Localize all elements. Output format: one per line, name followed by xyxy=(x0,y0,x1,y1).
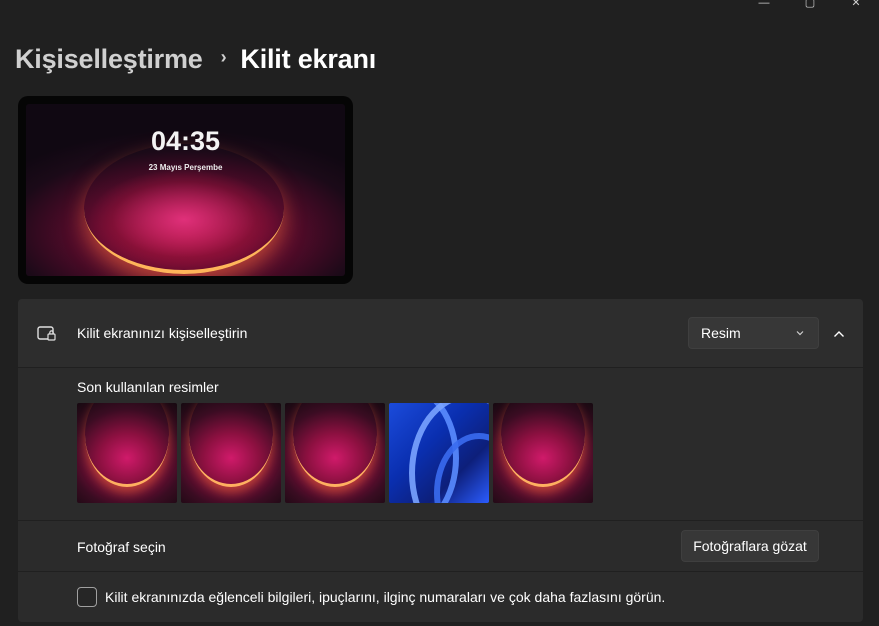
minimize-button[interactable]: — xyxy=(741,0,787,10)
preview-wallpaper: 04:35 23 Mayıs Perşembe xyxy=(26,104,345,276)
tips-checkbox[interactable] xyxy=(77,587,97,607)
maximize-button[interactable]: ▢ xyxy=(787,0,833,10)
recent-images-section: Son kullanılan resimler xyxy=(18,368,863,520)
recent-image-2[interactable] xyxy=(181,403,281,503)
close-icon: ✕ xyxy=(851,0,861,9)
thumb-arc xyxy=(501,403,585,487)
choose-photo-row: Fotoğraf seçin Fotoğraflara gözat xyxy=(18,521,863,571)
thumb-arc xyxy=(189,403,273,487)
preview-time: 04:35 xyxy=(150,126,221,156)
lock-screen-tips-row: Kilit ekranınızda eğlenceli bilgileri, i… xyxy=(18,572,863,622)
thumb-arc xyxy=(85,403,169,487)
window-controls: — ▢ ✕ xyxy=(741,0,879,10)
lock-screen-icon xyxy=(37,326,56,341)
recent-images-list xyxy=(77,403,593,503)
maximize-icon: ▢ xyxy=(804,0,816,9)
breadcrumb-parent[interactable]: Kişiselleştirme xyxy=(15,44,203,75)
breadcrumb-separator-icon: › xyxy=(220,47,227,67)
browse-photos-button[interactable]: Fotoğraflara gözat xyxy=(681,530,819,562)
tips-label[interactable]: Kilit ekranınızda eğlenceli bilgileri, i… xyxy=(105,589,665,605)
preview-date: 23 Mayıs Perşembe xyxy=(148,163,223,172)
page-title: Kilit ekranı xyxy=(240,44,377,74)
recent-image-4[interactable] xyxy=(389,403,489,503)
select-value: Resim xyxy=(701,325,741,341)
lock-screen-preview: 04:35 23 Mayıs Perşembe xyxy=(18,96,353,284)
collapse-button[interactable] xyxy=(826,321,852,347)
choose-photo-label: Fotoğraf seçin xyxy=(77,539,166,555)
personalize-label: Kilit ekranınızı kişiselleştirin xyxy=(77,325,248,341)
recent-image-3[interactable] xyxy=(285,403,385,503)
recent-images-label: Son kullanılan resimler xyxy=(77,379,219,395)
background-type-select[interactable]: Resim xyxy=(688,317,819,349)
minimize-icon: — xyxy=(758,0,770,9)
personalize-lock-screen-row[interactable]: Kilit ekranınızı kişiselleştirin Resim xyxy=(18,299,863,367)
recent-image-5[interactable] xyxy=(493,403,593,503)
thumb-arc xyxy=(293,403,377,487)
chevron-up-icon xyxy=(834,331,844,337)
breadcrumb: Kişiselleştirme › Kilit ekranı xyxy=(15,44,376,75)
close-button[interactable]: ✕ xyxy=(833,0,879,10)
chevron-down-icon xyxy=(796,331,804,336)
recent-image-1[interactable] xyxy=(77,403,177,503)
